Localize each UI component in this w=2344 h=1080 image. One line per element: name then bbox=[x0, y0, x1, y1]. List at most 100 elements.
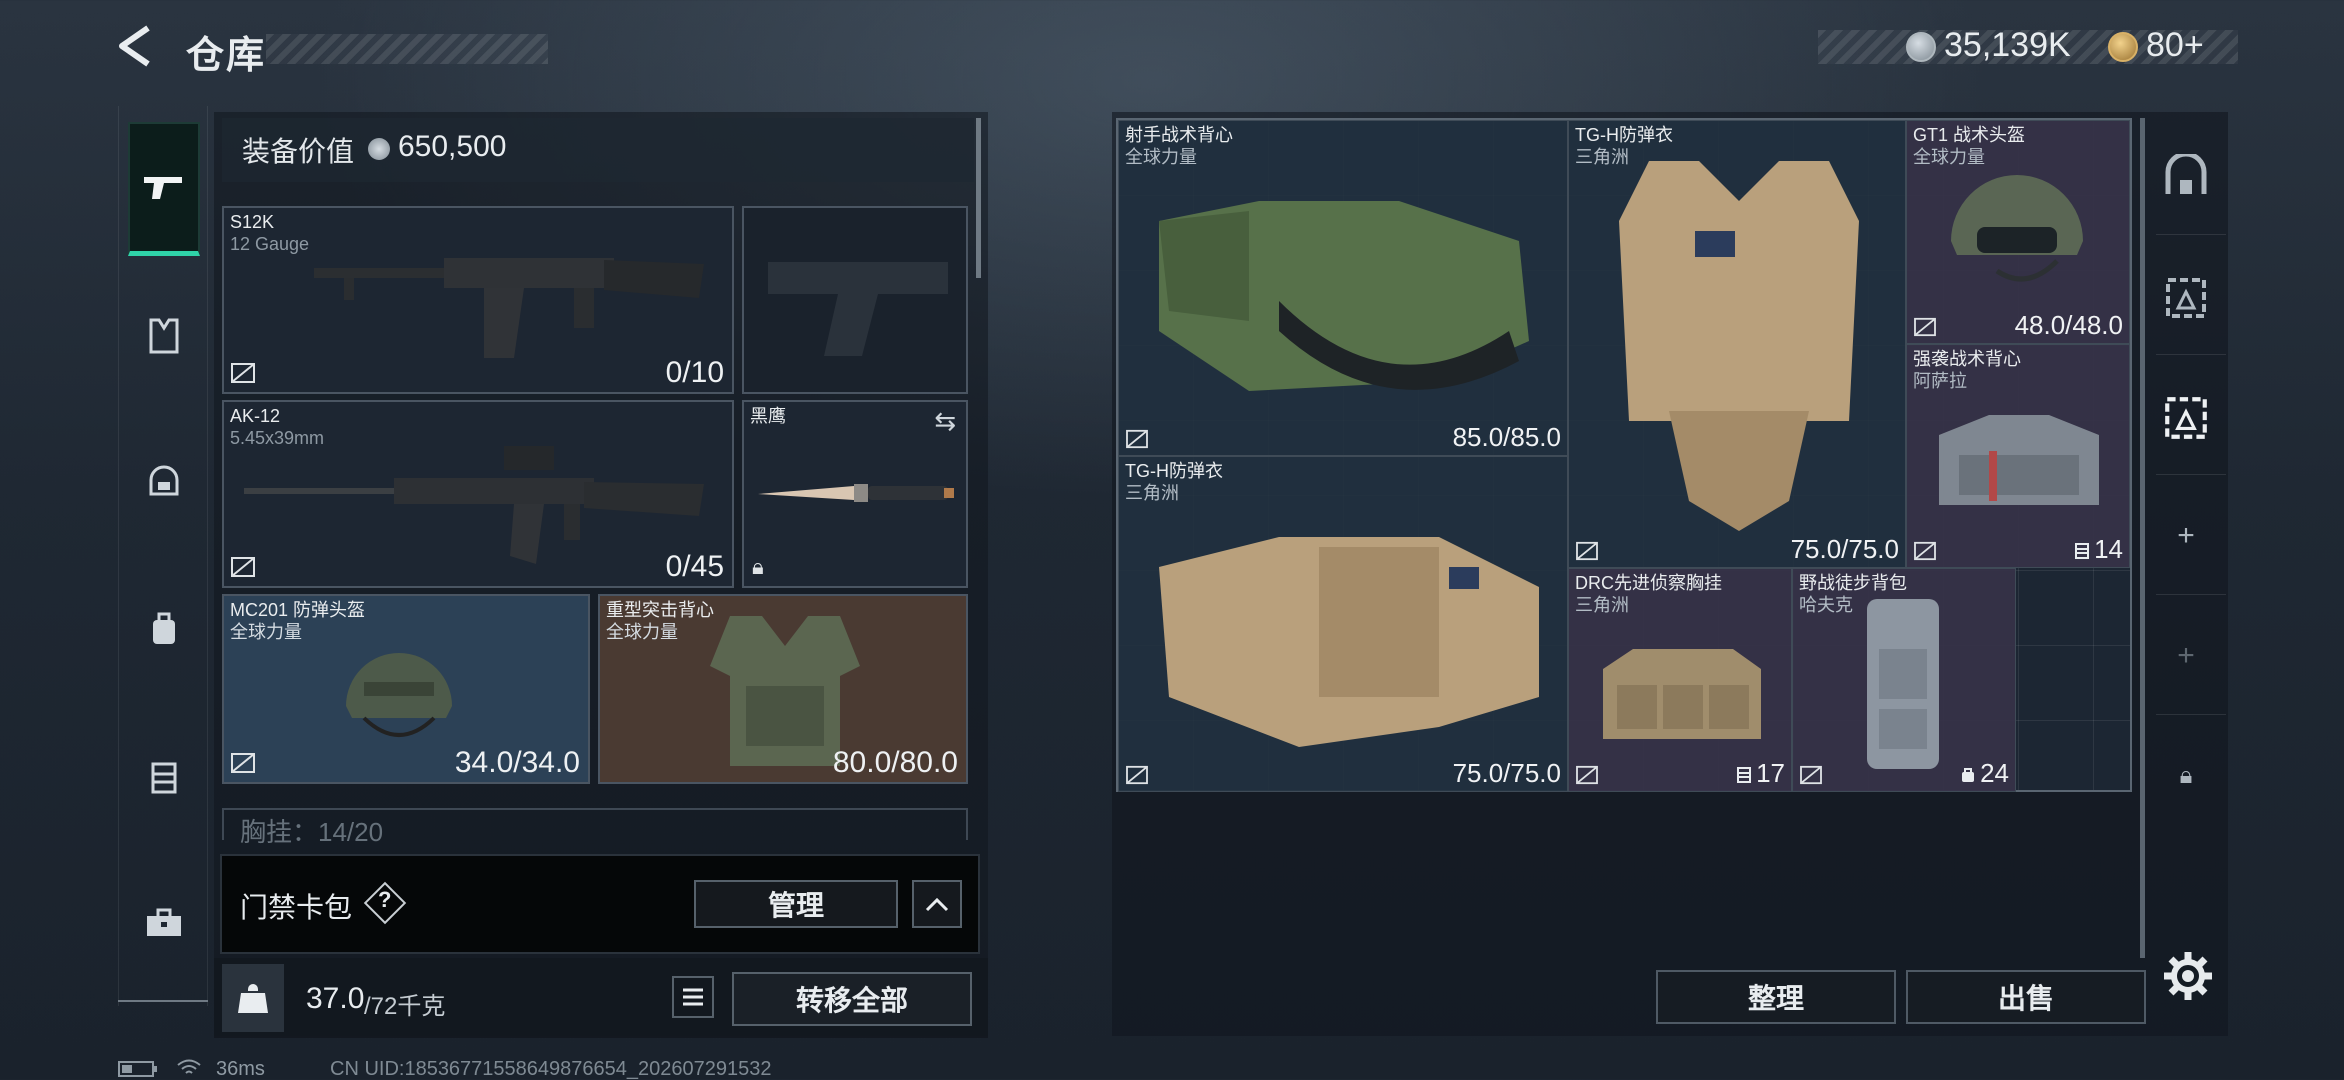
weight-icon bbox=[222, 964, 284, 1032]
chest-rig-icon bbox=[151, 762, 177, 794]
no-insure-icon bbox=[231, 753, 255, 773]
ping-text: 36ms bbox=[216, 1058, 265, 1080]
swap-icon[interactable]: ⇆ bbox=[934, 406, 956, 437]
durability: 34.0/34.0 bbox=[454, 746, 580, 779]
no-insure-icon bbox=[1576, 765, 1598, 785]
tab-helmet[interactable] bbox=[128, 446, 200, 518]
tab-toolbox[interactable] bbox=[128, 886, 200, 958]
tab-chest-rig[interactable] bbox=[128, 740, 200, 812]
chest-rig-icon bbox=[1737, 767, 1752, 783]
storage-item[interactable]: 强袭战术背心 阿萨拉 14 bbox=[1906, 344, 2130, 568]
item-faction: 三角洲 bbox=[1575, 595, 1629, 615]
weight-max: /72千克 bbox=[364, 993, 446, 1020]
no-insure-icon bbox=[1126, 765, 1148, 785]
premium-currency-amount[interactable]: 80+ bbox=[2146, 26, 2204, 65]
item-capacity-value: 17 bbox=[1756, 758, 1785, 788]
chest-rig-capacity: 胸挂：14/20 bbox=[240, 817, 384, 847]
collapse-button[interactable] bbox=[912, 880, 962, 928]
transfer-all-button[interactable]: 转移全部 bbox=[732, 972, 972, 1026]
list-icon bbox=[683, 988, 703, 1006]
chest-rig-icon bbox=[2075, 543, 2090, 559]
backpack-icon bbox=[153, 612, 175, 644]
page-title: 仓库 bbox=[186, 35, 267, 77]
storage-item[interactable]: 野战徒步背包 哈夫克 24 bbox=[1792, 568, 2016, 792]
storage-tab-1[interactable] bbox=[2158, 150, 2214, 206]
slot-item-name: S12K bbox=[230, 212, 275, 232]
list-button[interactable] bbox=[672, 976, 714, 1018]
item-name: TG-H防弹衣 bbox=[1125, 461, 1223, 481]
helmet-icon bbox=[149, 465, 179, 496]
coin-icon bbox=[1906, 32, 1936, 62]
add-storage-button-disabled: + bbox=[2158, 628, 2214, 684]
shotgun-image bbox=[314, 258, 704, 358]
storage-item[interactable]: DRC先进侦察胸挂 三角洲 17 bbox=[1568, 568, 1792, 792]
pistol-icon bbox=[144, 176, 182, 199]
storage-tab-3-active[interactable] bbox=[2158, 390, 2214, 446]
loadout-scrollbar[interactable] bbox=[976, 118, 981, 278]
ammo-count: 0/10 bbox=[665, 356, 724, 389]
manage-button[interactable]: 管理 bbox=[694, 880, 898, 928]
pistol-silhouette-icon bbox=[768, 262, 948, 356]
slot-item-name: MC201 防弹头盔 bbox=[230, 600, 366, 620]
slot-item-name: 重型突击背心 bbox=[606, 600, 714, 620]
no-insure-icon bbox=[231, 557, 255, 577]
item-capacity: 14 bbox=[2074, 534, 2123, 565]
slot-body-armor[interactable]: 重型突击背心 全球力量 80.0/80.0 bbox=[598, 594, 968, 784]
slot-primary-weapon[interactable]: S12K 12 Gauge 0/10 bbox=[222, 206, 734, 394]
item-capacity: 24 bbox=[1960, 758, 2009, 789]
equipment-value: 650,500 bbox=[398, 130, 507, 163]
uid-text: CN UID:1853677155864987665​4_20260729153… bbox=[330, 1058, 772, 1080]
item-name: GT1 战术头盔 bbox=[1913, 125, 2026, 145]
weight-current: 37.0 bbox=[306, 982, 365, 1015]
tab-backpack[interactable] bbox=[128, 592, 200, 664]
no-insure-icon bbox=[231, 363, 255, 383]
no-insure-icon bbox=[1914, 541, 1936, 561]
storage-item[interactable]: 射手战术背心 全球力量 85.0/85.0 bbox=[1118, 120, 1568, 456]
add-storage-button[interactable]: + bbox=[2158, 508, 2214, 564]
item-capacity-value: 14 bbox=[2094, 534, 2123, 564]
sort-button[interactable]: 整理 bbox=[1656, 970, 1896, 1024]
slot-item-faction: 全球力量 bbox=[606, 622, 678, 642]
helmet-image bbox=[1951, 175, 2083, 282]
item-durability: 85.0/85.0 bbox=[1452, 422, 1561, 452]
slot-helmet[interactable]: MC201 防弹头盔 全球力量 34.0/34.0 bbox=[222, 594, 590, 784]
slot-pistol-empty[interactable] bbox=[742, 206, 968, 394]
chest-rig-image bbox=[1603, 649, 1761, 739]
no-insure-icon bbox=[1126, 429, 1148, 449]
title-decoration bbox=[266, 34, 548, 64]
no-insure-icon bbox=[1576, 541, 1598, 561]
rifle-image bbox=[244, 446, 704, 564]
storage-item[interactable]: TG-H防弹衣 三角洲 75.0/75.0 bbox=[1568, 120, 1906, 568]
tab-armor[interactable] bbox=[128, 300, 200, 372]
sell-button[interactable]: 出售 bbox=[1906, 970, 2146, 1024]
slot-melee[interactable]: 黑鹰 ⇆ 🔒︎ bbox=[742, 400, 968, 588]
coin-icon bbox=[368, 138, 390, 160]
no-insure-icon bbox=[1800, 765, 1822, 785]
item-durability: 75.0/75.0 bbox=[1452, 758, 1561, 788]
wifi-icon bbox=[177, 1059, 201, 1074]
item-capacity: 17 bbox=[1736, 758, 1785, 789]
tab-weapons[interactable] bbox=[128, 122, 200, 256]
item-name: DRC先进侦察胸挂 bbox=[1575, 573, 1722, 593]
item-durability: 48.0/48.0 bbox=[2014, 310, 2123, 340]
currency-amount: 35,139K bbox=[1944, 26, 2071, 64]
item-name: 强袭战术背心 bbox=[1913, 349, 2021, 369]
storage-item[interactable]: GT1 战术头盔 全球力量 48.0/48.0 bbox=[1906, 120, 2130, 344]
settings-button[interactable] bbox=[2162, 950, 2214, 1002]
slot-secondary-weapon[interactable]: AK-12 5.45x39mm 0/45 bbox=[222, 400, 734, 588]
storage-scrollbar[interactable] bbox=[2140, 118, 2145, 958]
add-icon: + bbox=[2177, 519, 2195, 552]
battery-icon bbox=[118, 1061, 157, 1077]
slot-item-name: 黑鹰 bbox=[750, 406, 786, 426]
rail-divider bbox=[118, 1000, 208, 1002]
storage-tab-2[interactable] bbox=[2158, 270, 2214, 326]
item-name: 射手战术背心 bbox=[1125, 125, 1233, 145]
item-faction: 阿萨拉 bbox=[1913, 371, 1967, 391]
gold-coin-icon bbox=[2108, 32, 2138, 62]
settings-icon bbox=[2164, 952, 2212, 1000]
storage-item[interactable]: TG-H防弹衣 三角洲 75.0/75.0 bbox=[1118, 456, 1568, 792]
item-faction: 哈夫克 bbox=[1799, 595, 1853, 615]
helmet-image bbox=[346, 653, 452, 737]
vest-image bbox=[1159, 537, 1539, 747]
back-arrow-icon[interactable] bbox=[112, 22, 160, 70]
